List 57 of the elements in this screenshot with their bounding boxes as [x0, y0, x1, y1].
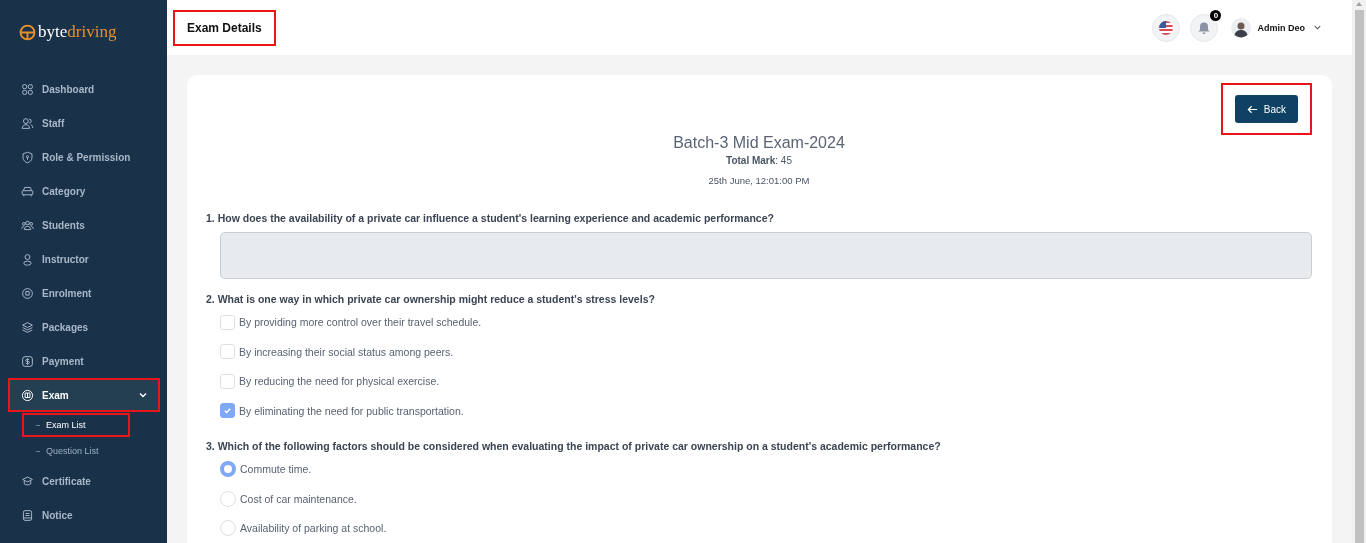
language-button[interactable] — [1152, 13, 1181, 42]
group-icon — [21, 218, 34, 232]
user-name[interactable]: Admin Deo — [1257, 22, 1305, 33]
chevron-icon — [138, 390, 148, 400]
chevron-down-icon[interactable] — [1313, 23, 1322, 32]
scroll-up-arrow-icon[interactable] — [1355, 0, 1363, 8]
checkbox[interactable] — [220, 403, 235, 419]
shield-icon — [21, 150, 34, 164]
option-label: By increasing their social status among peers. — [239, 345, 454, 358]
person-icon — [21, 252, 34, 266]
page-title: Exam Details — [173, 9, 276, 46]
option-label: Cost of car maintenance. — [240, 492, 357, 505]
radio-button[interactable] — [220, 461, 236, 478]
note-icon — [21, 508, 34, 522]
sidebar-item[interactable]: Notice — [8, 498, 160, 532]
avatar-silhouette-icon[interactable] — [1231, 17, 1252, 38]
back-button[interactable]: Back — [1234, 95, 1298, 123]
scrollbar[interactable] — [1352, 0, 1366, 543]
option-label: Commute time. — [240, 463, 312, 476]
option-label: By reducing the need for physical exercise. — [239, 375, 440, 388]
sidebar-item[interactable]: Dashboard — [8, 72, 160, 106]
dollar-icon — [21, 354, 34, 368]
notification-count: 0 — [1210, 9, 1222, 21]
option-label: By eliminating the need for public transportation. — [239, 404, 464, 417]
option-label: By providing more control over their travel schedule. — [239, 316, 482, 329]
layers-icon — [21, 320, 34, 334]
arrow-left-icon — [1246, 103, 1258, 115]
sidebar-item[interactable]: Students — [8, 208, 160, 242]
question-text: 3. Which of the following factors should be considered when evaluating the impact of private car ownership on a student's academic performance? — [206, 439, 942, 452]
flag-icon — [1159, 20, 1174, 35]
sidebar-item[interactable]: Packages — [8, 310, 160, 344]
exam-date: 25th June, 12:01:00 PM — [708, 175, 810, 186]
check-icon — [223, 406, 232, 416]
sidebar-item[interactable]: Payment — [8, 344, 160, 378]
exam-title: Batch-3 Mid Exam-2024 — [673, 134, 845, 152]
brand-name: bytedriving — [38, 22, 117, 42]
sidebar-item[interactable]: Exam — [8, 378, 160, 412]
sidebar-item[interactable]: Staff — [8, 106, 160, 140]
submenu-item[interactable]: Question List — [22, 439, 130, 463]
sidebar-item[interactable]: Enrolment — [8, 276, 160, 310]
option-label: Availability of parking at school. — [240, 522, 387, 535]
car-icon — [21, 184, 34, 198]
sidebar-item[interactable]: Instructor — [8, 242, 160, 276]
question-text: 1. How does the availability of a private car influence a student's learning experience and academic performance? — [206, 212, 775, 224]
submenu-item[interactable]: Exam List — [22, 413, 130, 437]
sidebar-item[interactable]: Category — [8, 174, 160, 208]
question-text: 2. What is one way in which private car ownership might reduce a student's stress levels? — [206, 292, 656, 305]
bell-icon — [1197, 20, 1212, 35]
notification-button[interactable]: 0 — [1190, 13, 1219, 42]
sidebar-item[interactable]: Certificate — [8, 464, 160, 498]
grid-icon — [21, 82, 34, 96]
steering-wheel-icon — [19, 23, 36, 41]
sidebar-item[interactable]: Role & Permission — [8, 140, 160, 174]
total-mark: Total Mark: 45 — [726, 155, 792, 166]
users-icon — [21, 116, 34, 130]
cap-icon — [21, 474, 34, 488]
answer-box[interactable] — [220, 232, 1312, 279]
